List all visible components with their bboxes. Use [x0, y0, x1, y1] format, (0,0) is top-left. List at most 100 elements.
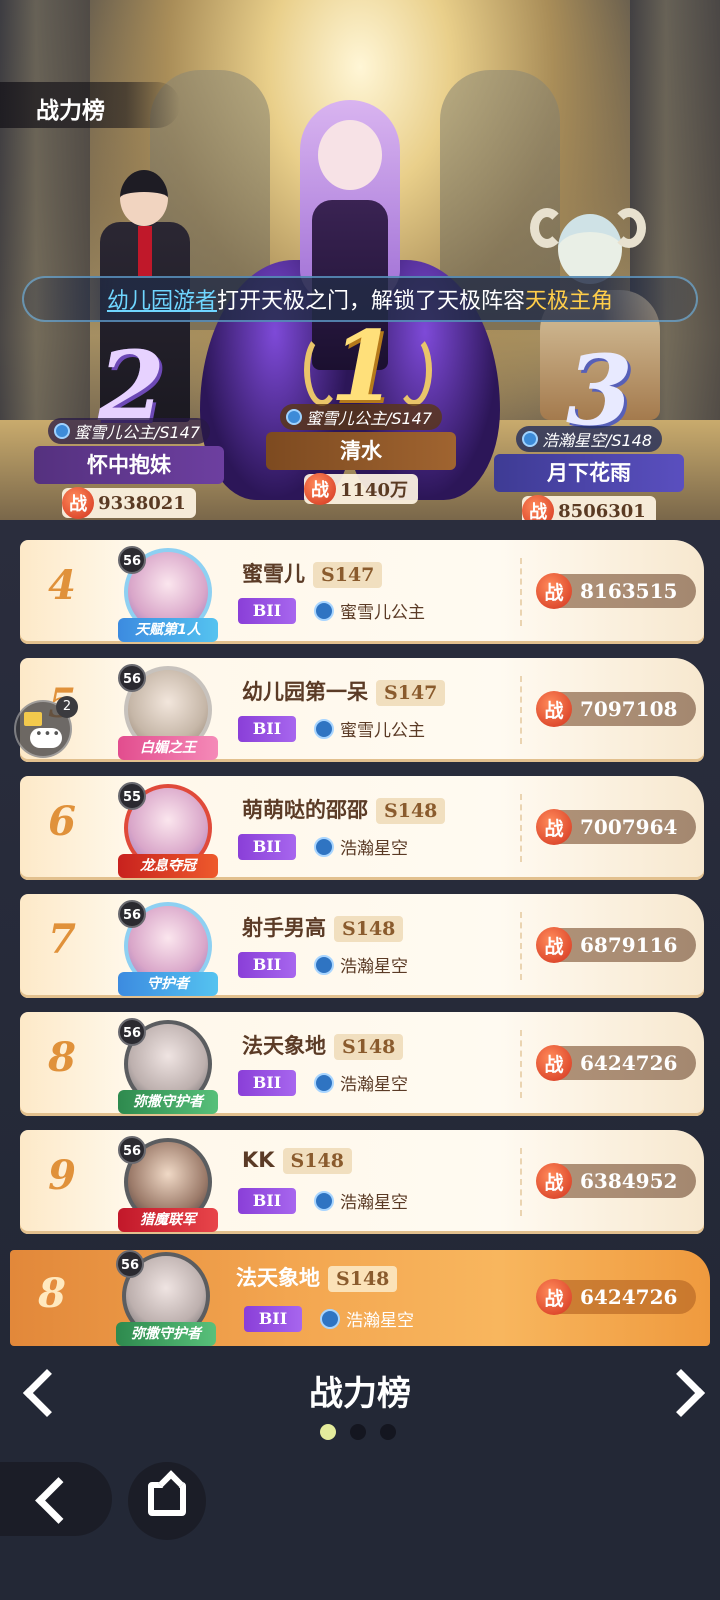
chat-bubble-icon	[30, 727, 62, 748]
player-name: 射手男高	[242, 916, 326, 940]
row-rank: 9	[48, 1152, 76, 1199]
ranking-row[interactable]: 5 56 白媚之王 幼儿园第一呆S147 BII 蜜雪儿公主 战7097108	[20, 658, 704, 762]
podium-power: 战 9338021	[62, 487, 196, 519]
row-power: 战 7097108	[536, 691, 696, 727]
chat-float-button[interactable]: 2	[14, 696, 78, 758]
banner-unlock-name: 天极主角	[525, 289, 614, 314]
row-power-value: 7097108	[580, 697, 678, 721]
page-dot[interactable]	[380, 1424, 396, 1440]
my-avatar[interactable]: 56 弥撒守护者	[116, 1250, 216, 1346]
guild-name: 蜜雪儿公主	[340, 603, 425, 623]
player-name: 蜜雪儿	[242, 562, 305, 586]
row-divider	[520, 558, 522, 626]
podium-second[interactable]: 蜜雪儿公主/S147 怀中抱妹 战 9338021	[34, 418, 224, 519]
row-divider	[520, 676, 522, 744]
tier-badge: BII	[238, 1188, 296, 1214]
row-rank: 4	[48, 562, 76, 609]
player-name: 法天象地	[242, 1034, 326, 1058]
guild-name: 浩瀚星空	[340, 1193, 408, 1213]
guild-info: 浩瀚星空	[320, 1306, 414, 1331]
player-name: 萌萌哒的邵邵	[242, 798, 368, 822]
player-server: S148	[282, 1148, 352, 1174]
player-title: 弥撒守护者	[116, 1322, 216, 1346]
server-icon	[53, 423, 70, 439]
page-indicator	[320, 1424, 396, 1440]
power-icon: 战	[536, 573, 572, 609]
horn-left	[530, 208, 564, 248]
podium-player-name: 月下花雨	[494, 454, 684, 492]
guild-icon	[314, 954, 334, 975]
row-power-value: 6879116	[580, 933, 678, 957]
guild-icon	[314, 836, 334, 857]
ranking-row[interactable]: 7 56 守护者 射手男高 S148 BII 浩瀚星空 战 6879116	[20, 894, 704, 998]
player-title: 猎魔联军	[118, 1208, 218, 1232]
row-power-value: 6424726	[580, 1051, 678, 1075]
guild-icon	[320, 1308, 340, 1329]
player-title: 守护者	[118, 972, 218, 996]
podium-third[interactable]: 浩瀚星空/S148 月下花雨 战 8506301	[494, 426, 684, 527]
player-name-line: 萌萌哒的邵邵 S148	[242, 794, 446, 824]
ranking-row[interactable]: 8 56 弥撒守护者 法天象地 S148 BII 浩瀚星空 战 6424726	[20, 1012, 704, 1116]
guild-info: 浩瀚星空	[314, 1188, 408, 1213]
player-avatar[interactable]: 56 天赋第1人	[118, 546, 218, 642]
podium-player-name: 清水	[266, 432, 456, 470]
podium-server-label: 蜜雪儿公主/S147	[73, 423, 201, 442]
guild-name: 浩瀚星空	[340, 1075, 408, 1095]
player-level: 56	[118, 1018, 146, 1046]
tier-badge: BII	[238, 1070, 296, 1096]
player-server: S148	[376, 798, 446, 824]
page-dot-active[interactable]	[320, 1424, 336, 1440]
player-name-line: 幼儿园第一呆 S147	[242, 676, 446, 706]
power-icon: 战	[536, 1163, 572, 1199]
mail-icon	[24, 712, 42, 726]
player-level: 56	[118, 900, 146, 928]
guild-name: 浩瀚星空	[340, 839, 408, 859]
row-power-value: 6384952	[580, 1169, 678, 1193]
tier-badge: BII	[238, 598, 296, 624]
player-avatar[interactable]: 56 守护者	[118, 900, 218, 996]
ranking-row[interactable]: 4 56 天赋第1人 蜜雪儿 S147 BII 蜜雪儿公主 战 8163515	[20, 540, 704, 644]
player-avatar[interactable]: 56 弥撒守护者	[118, 1018, 218, 1114]
podium-player-name: 怀中抱妹	[34, 446, 224, 484]
home-button[interactable]	[128, 1462, 206, 1540]
my-name: 法天象地	[236, 1266, 320, 1290]
player-title: 天赋第1人	[118, 618, 218, 642]
tier-badge: BII	[244, 1306, 302, 1332]
page-dot[interactable]	[350, 1424, 366, 1440]
my-power: 战 6424726	[536, 1279, 696, 1315]
row-divider	[520, 1030, 522, 1098]
podium-power-value: 9338021	[98, 492, 186, 514]
player-level: 55	[118, 782, 146, 810]
ranking-list[interactable]: 4 56 天赋第1人 蜜雪儿 S147 BII 蜜雪儿公主 战 8163515 5 …	[20, 540, 704, 1248]
my-server: S148	[328, 1266, 398, 1292]
power-icon: 战	[536, 1045, 572, 1081]
board-title-tab: 战力榜	[0, 82, 180, 128]
player-avatar[interactable]: 56 猎魔联军	[118, 1136, 218, 1232]
laurel-right-icon	[396, 334, 432, 406]
podium-server: 蜜雪儿公主/S147	[279, 404, 443, 430]
power-icon: 战	[62, 487, 95, 519]
podium-server-label: 蜜雪儿公主/S147	[305, 409, 433, 428]
row-rank: 6	[48, 798, 76, 845]
back-button[interactable]	[0, 1462, 112, 1536]
row-power: 战 7007964	[536, 809, 696, 845]
row-power: 战 6424726	[536, 1045, 696, 1081]
guild-info: 浩瀚星空	[314, 834, 408, 859]
podium-power-value: 1140万	[339, 480, 409, 501]
podium-server: 蜜雪儿公主/S147	[47, 418, 211, 444]
power-icon: 战	[536, 927, 572, 963]
player-avatar[interactable]: 56 白媚之王	[118, 664, 218, 760]
my-rank-row[interactable]: 8 56 弥撒守护者 法天象地 S148 BII 浩瀚星空 战 6424726	[10, 1250, 710, 1346]
player-title: 白媚之王	[118, 736, 218, 760]
my-power-value: 6424726	[580, 1285, 678, 1309]
player-server: S147	[313, 562, 383, 588]
podium-first[interactable]: 蜜雪儿公主/S147 清水 战 1140万	[266, 404, 456, 505]
ranking-row[interactable]: 6 55 龙息夺冠 萌萌哒的邵邵 S148 BII 浩瀚星空 战 7007964	[20, 776, 704, 880]
player-level: 56	[118, 546, 146, 574]
banner-player-link[interactable]: 幼儿园游者	[107, 283, 217, 315]
player-server: S147	[376, 680, 446, 706]
player-level: 56	[118, 1136, 146, 1164]
ranking-row[interactable]: 9 56 猎魔联军 KK S148 BII 浩瀚星空 战 6384952	[20, 1130, 704, 1234]
player-avatar[interactable]: 55 龙息夺冠	[118, 782, 218, 878]
row-rank: 7	[48, 916, 76, 963]
